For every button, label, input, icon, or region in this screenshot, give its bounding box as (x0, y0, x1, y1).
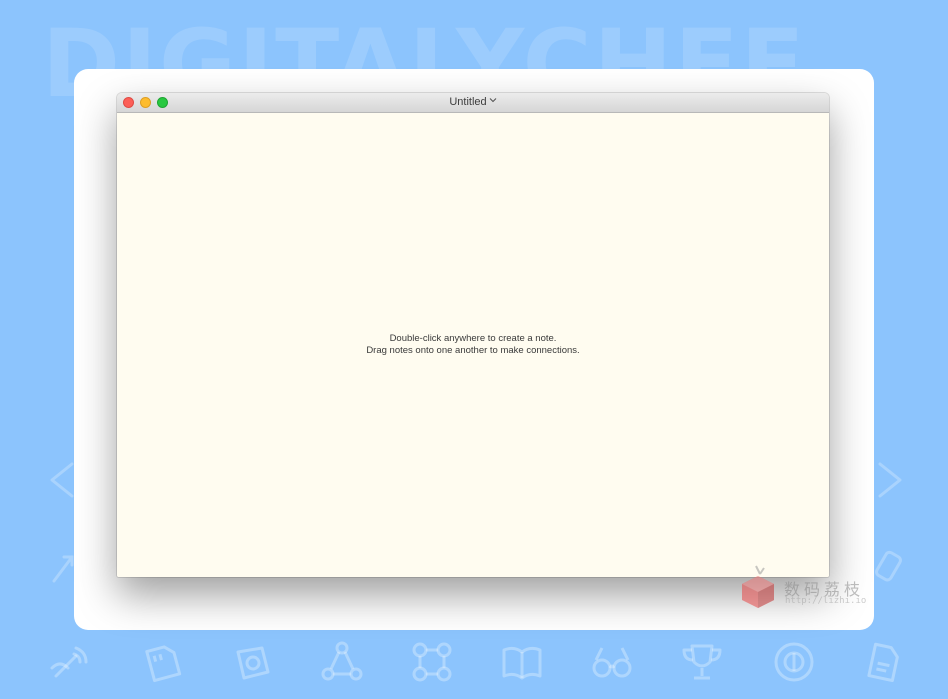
trophy-icon (678, 638, 726, 686)
empty-canvas-hint: Double-click anywhere to create a note. … (117, 333, 829, 357)
note-canvas[interactable]: Double-click anywhere to create a note. … (117, 113, 829, 577)
network-nodes-icon (318, 638, 366, 686)
title-bar[interactable]: Untitled (117, 93, 829, 113)
logo-watermark: 数码荔枝 http://lizhi.io (738, 562, 868, 612)
logo-url-text: http://lizhi.io (785, 596, 867, 606)
hint-line-create: Double-click anywhere to create a note. (389, 333, 557, 344)
target-icon (770, 638, 818, 686)
command-icon (408, 638, 456, 686)
sd-card-icon (138, 638, 186, 686)
scale-icon (228, 638, 276, 686)
window-title[interactable]: Untitled (117, 96, 829, 109)
lychee-logo-icon (738, 564, 778, 610)
hint-line-connect: Drag notes onto one another to make conn… (366, 345, 580, 356)
app-window: Untitled Double-click anywhere to create… (117, 93, 829, 577)
file-icon (858, 638, 906, 686)
window-title-text[interactable]: Untitled (449, 96, 486, 108)
background-icon-row (0, 628, 948, 694)
book-icon (498, 638, 546, 686)
glasses-icon (588, 638, 636, 686)
wifi-hand-icon (46, 638, 94, 686)
chevron-down-icon[interactable] (489, 96, 497, 104)
